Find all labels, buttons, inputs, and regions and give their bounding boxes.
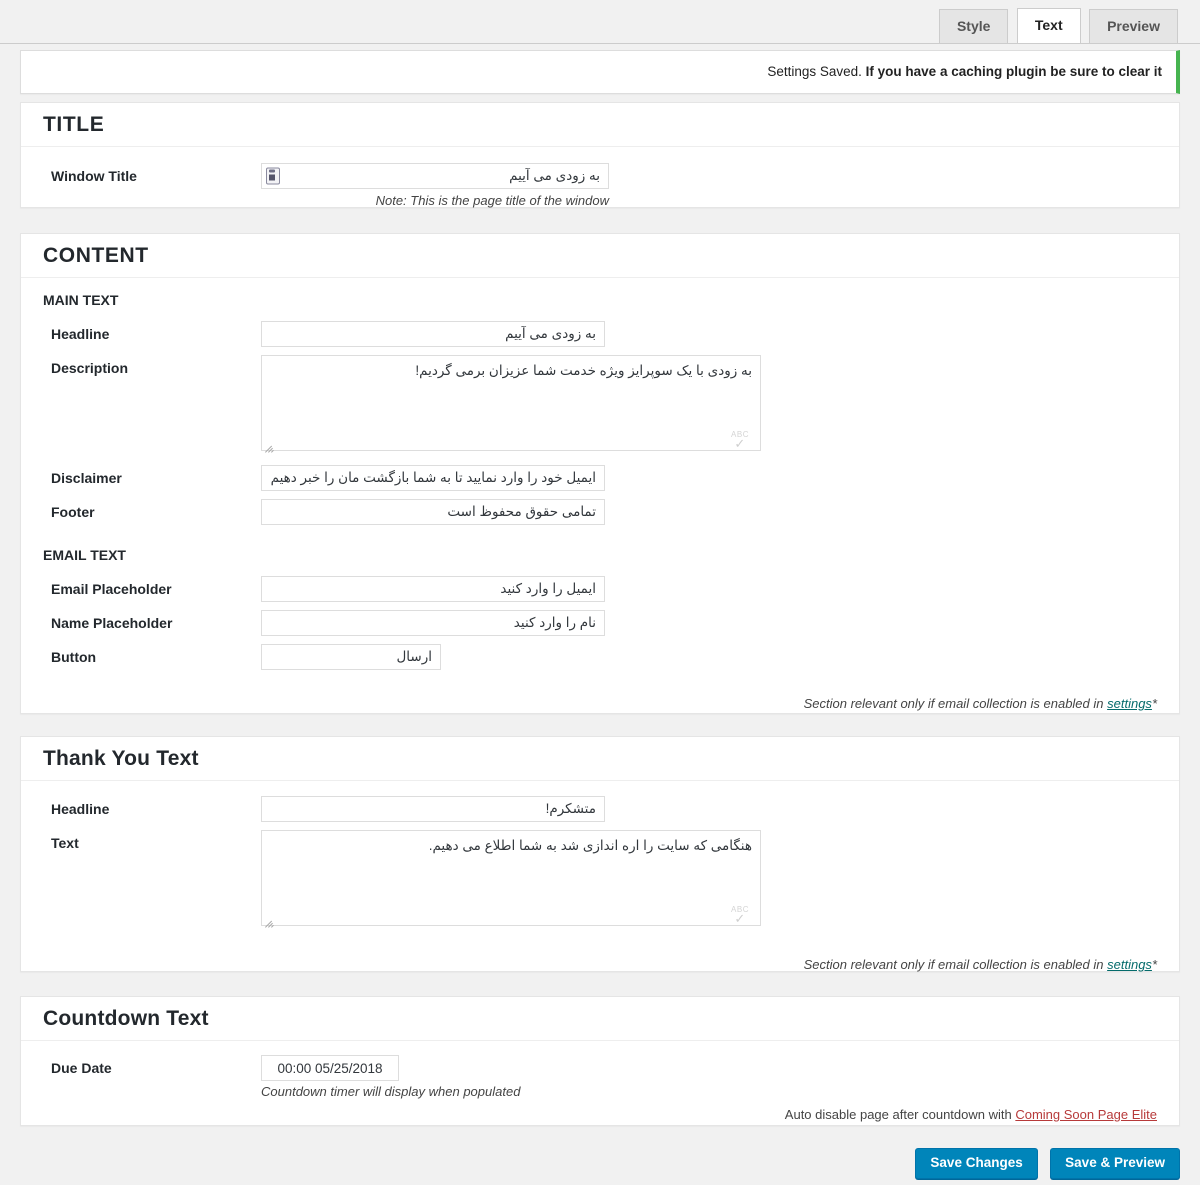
email-text-subheading: EMAIL TEXT: [43, 547, 126, 563]
footer-input[interactable]: [261, 499, 605, 525]
email-placeholder-input[interactable]: [261, 576, 605, 602]
button-input[interactable]: [261, 644, 441, 670]
thankyou-panel: Thank You Text Headline Text هنگامی که س…: [20, 736, 1180, 972]
window-title-input-wrap: [261, 163, 609, 189]
footer-label: Footer: [51, 504, 95, 520]
countdown-panel-body: Due Date Countdown timer will display wh…: [21, 1055, 1179, 1122]
button-label: Button: [51, 649, 97, 665]
window-title-input[interactable]: [261, 163, 609, 189]
title-panel-heading: TITLE: [43, 113, 105, 136]
thankyou-footnote-settings-link[interactable]: settings: [1107, 957, 1152, 972]
main-text-subheading: MAIN TEXT: [43, 292, 119, 308]
content-footnote-asterisk: *: [1151, 696, 1157, 711]
row-button: Button: [21, 644, 1179, 670]
headline-input[interactable]: [261, 321, 605, 347]
row-due-date: Due Date Countdown timer will display wh…: [21, 1055, 1179, 1099]
thankyou-footnote-asterisk: *: [1151, 957, 1157, 972]
save-preview-button[interactable]: Save & Preview: [1050, 1148, 1180, 1179]
tab-bar: Style Text Preview: [0, 8, 1200, 44]
title-panel-header: TITLE: [21, 103, 1179, 147]
row-thankyou-headline: Headline: [21, 796, 1179, 822]
settings-saved-notice: Settings Saved. If you have a caching pl…: [20, 50, 1180, 95]
row-description: Description به زودی با یک سوپرایز ویژه خ…: [21, 355, 1179, 456]
due-date-input[interactable]: [261, 1055, 399, 1081]
thankyou-panel-header: Thank You Text: [21, 737, 1179, 781]
row-window-title: Window Title Note: This is the page titl…: [21, 147, 1179, 208]
name-placeholder-input[interactable]: [261, 610, 605, 636]
name-placeholder-label: Name Placeholder: [51, 615, 173, 631]
thankyou-panel-body: Headline Text هنگامی که سایت را اره اندا…: [21, 796, 1179, 972]
footer-field: [261, 499, 605, 525]
tab-text[interactable]: Text: [1016, 8, 1081, 43]
description-textarea-wrap: به زودی با یک سوپرایز ویژه خدمت شما عزیز…: [261, 355, 761, 456]
notice-saved-text: Settings Saved.: [767, 64, 862, 79]
thankyou-textarea[interactable]: هنگامی که سایت را اره اندازی شد به شما ا…: [261, 830, 761, 926]
content-panel: CONTENT MAIN TEXT Headline Description ب…: [20, 233, 1180, 714]
due-date-note: Countdown timer will display when popula…: [261, 1084, 521, 1099]
title-panel-body: Window Title Note: This is the page titl…: [21, 147, 1179, 208]
save-changes-button[interactable]: Save Changes: [915, 1148, 1038, 1179]
headline-field: [261, 321, 605, 347]
description-field: به زودی با یک سوپرایز ویژه خدمت شما عزیز…: [261, 355, 761, 456]
page-root: Style Text Preview Settings Saved. If yo…: [0, 0, 1200, 1185]
email-placeholder-field: [261, 576, 605, 602]
title-panel: TITLE Window Title Note: This is the pag…: [20, 102, 1180, 208]
headline-label: Headline: [51, 326, 110, 342]
description-textarea[interactable]: به زودی با یک سوپرایز ویژه خدمت شما عزیز…: [261, 355, 761, 451]
window-title-label: Window Title: [51, 168, 137, 184]
content-footnote-settings-link[interactable]: settings: [1107, 696, 1152, 711]
tab-preview[interactable]: Preview: [1089, 9, 1178, 43]
coming-soon-elite-link[interactable]: Coming Soon Page Elite: [1015, 1107, 1157, 1122]
tab-style[interactable]: Style: [938, 9, 1009, 43]
countdown-panel-heading: Countdown Text: [43, 1007, 209, 1030]
disclaimer-label: Disclaimer: [51, 470, 122, 486]
disclaimer-field: [261, 465, 605, 491]
window-title-note: Note: This is the page title of the wind…: [375, 193, 609, 208]
thankyou-footnote: Section relevant only if email collectio…: [21, 957, 1179, 972]
thankyou-headline-label: Headline: [51, 801, 110, 817]
notice-caching-text: If you have a caching plugin be sure to …: [865, 64, 1162, 79]
content-panel-heading: CONTENT: [43, 244, 149, 267]
thankyou-footnote-text: Section relevant only if email collectio…: [803, 957, 1108, 972]
due-date-label: Due Date: [51, 1060, 112, 1076]
form-fill-icon[interactable]: [266, 167, 280, 185]
form-actions: Save Changes Save & Preview: [0, 1148, 1200, 1179]
countdown-panel: Countdown Text Due Date Countdown timer …: [20, 996, 1180, 1126]
countdown-panel-header: Countdown Text: [21, 997, 1179, 1041]
thankyou-panel-heading: Thank You Text: [43, 747, 199, 770]
content-footnote-text: Section relevant only if email collectio…: [803, 696, 1108, 711]
thankyou-text-field: هنگامی که سایت را اره اندازی شد به شما ا…: [261, 830, 761, 931]
disclaimer-input[interactable]: [261, 465, 605, 491]
thankyou-text-label: Text: [51, 835, 79, 851]
content-footnote: Section relevant only if email collectio…: [21, 696, 1179, 711]
name-placeholder-field: [261, 610, 605, 636]
content-panel-header: CONTENT: [21, 234, 1179, 278]
email-placeholder-label: Email Placeholder: [51, 581, 172, 597]
due-date-field: Countdown timer will display when popula…: [261, 1055, 520, 1099]
row-email-placeholder: Email Placeholder: [21, 576, 1179, 602]
description-label: Description: [51, 360, 129, 376]
thankyou-headline-input[interactable]: [261, 796, 605, 822]
row-footer: Footer: [21, 499, 1179, 525]
row-headline: Headline: [21, 321, 1179, 347]
row-disclaimer: Disclaimer: [21, 465, 1179, 491]
row-name-placeholder: Name Placeholder: [21, 610, 1179, 636]
row-thankyou-text: Text هنگامی که سایت را اره اندازی شد به …: [21, 830, 1179, 931]
button-field: [261, 644, 441, 670]
auto-disable-text: Auto disable page after countdown with: [784, 1107, 1016, 1122]
window-title-field: Note: This is the page title of the wind…: [261, 163, 609, 208]
thankyou-headline-field: [261, 796, 605, 822]
thankyou-textarea-wrap: هنگامی که سایت را اره اندازی شد به شما ا…: [261, 830, 761, 931]
content-panel-body: MAIN TEXT Headline Description به زودی ب…: [21, 292, 1179, 711]
auto-disable-note: Auto disable page after countdown with C…: [21, 1107, 1179, 1122]
